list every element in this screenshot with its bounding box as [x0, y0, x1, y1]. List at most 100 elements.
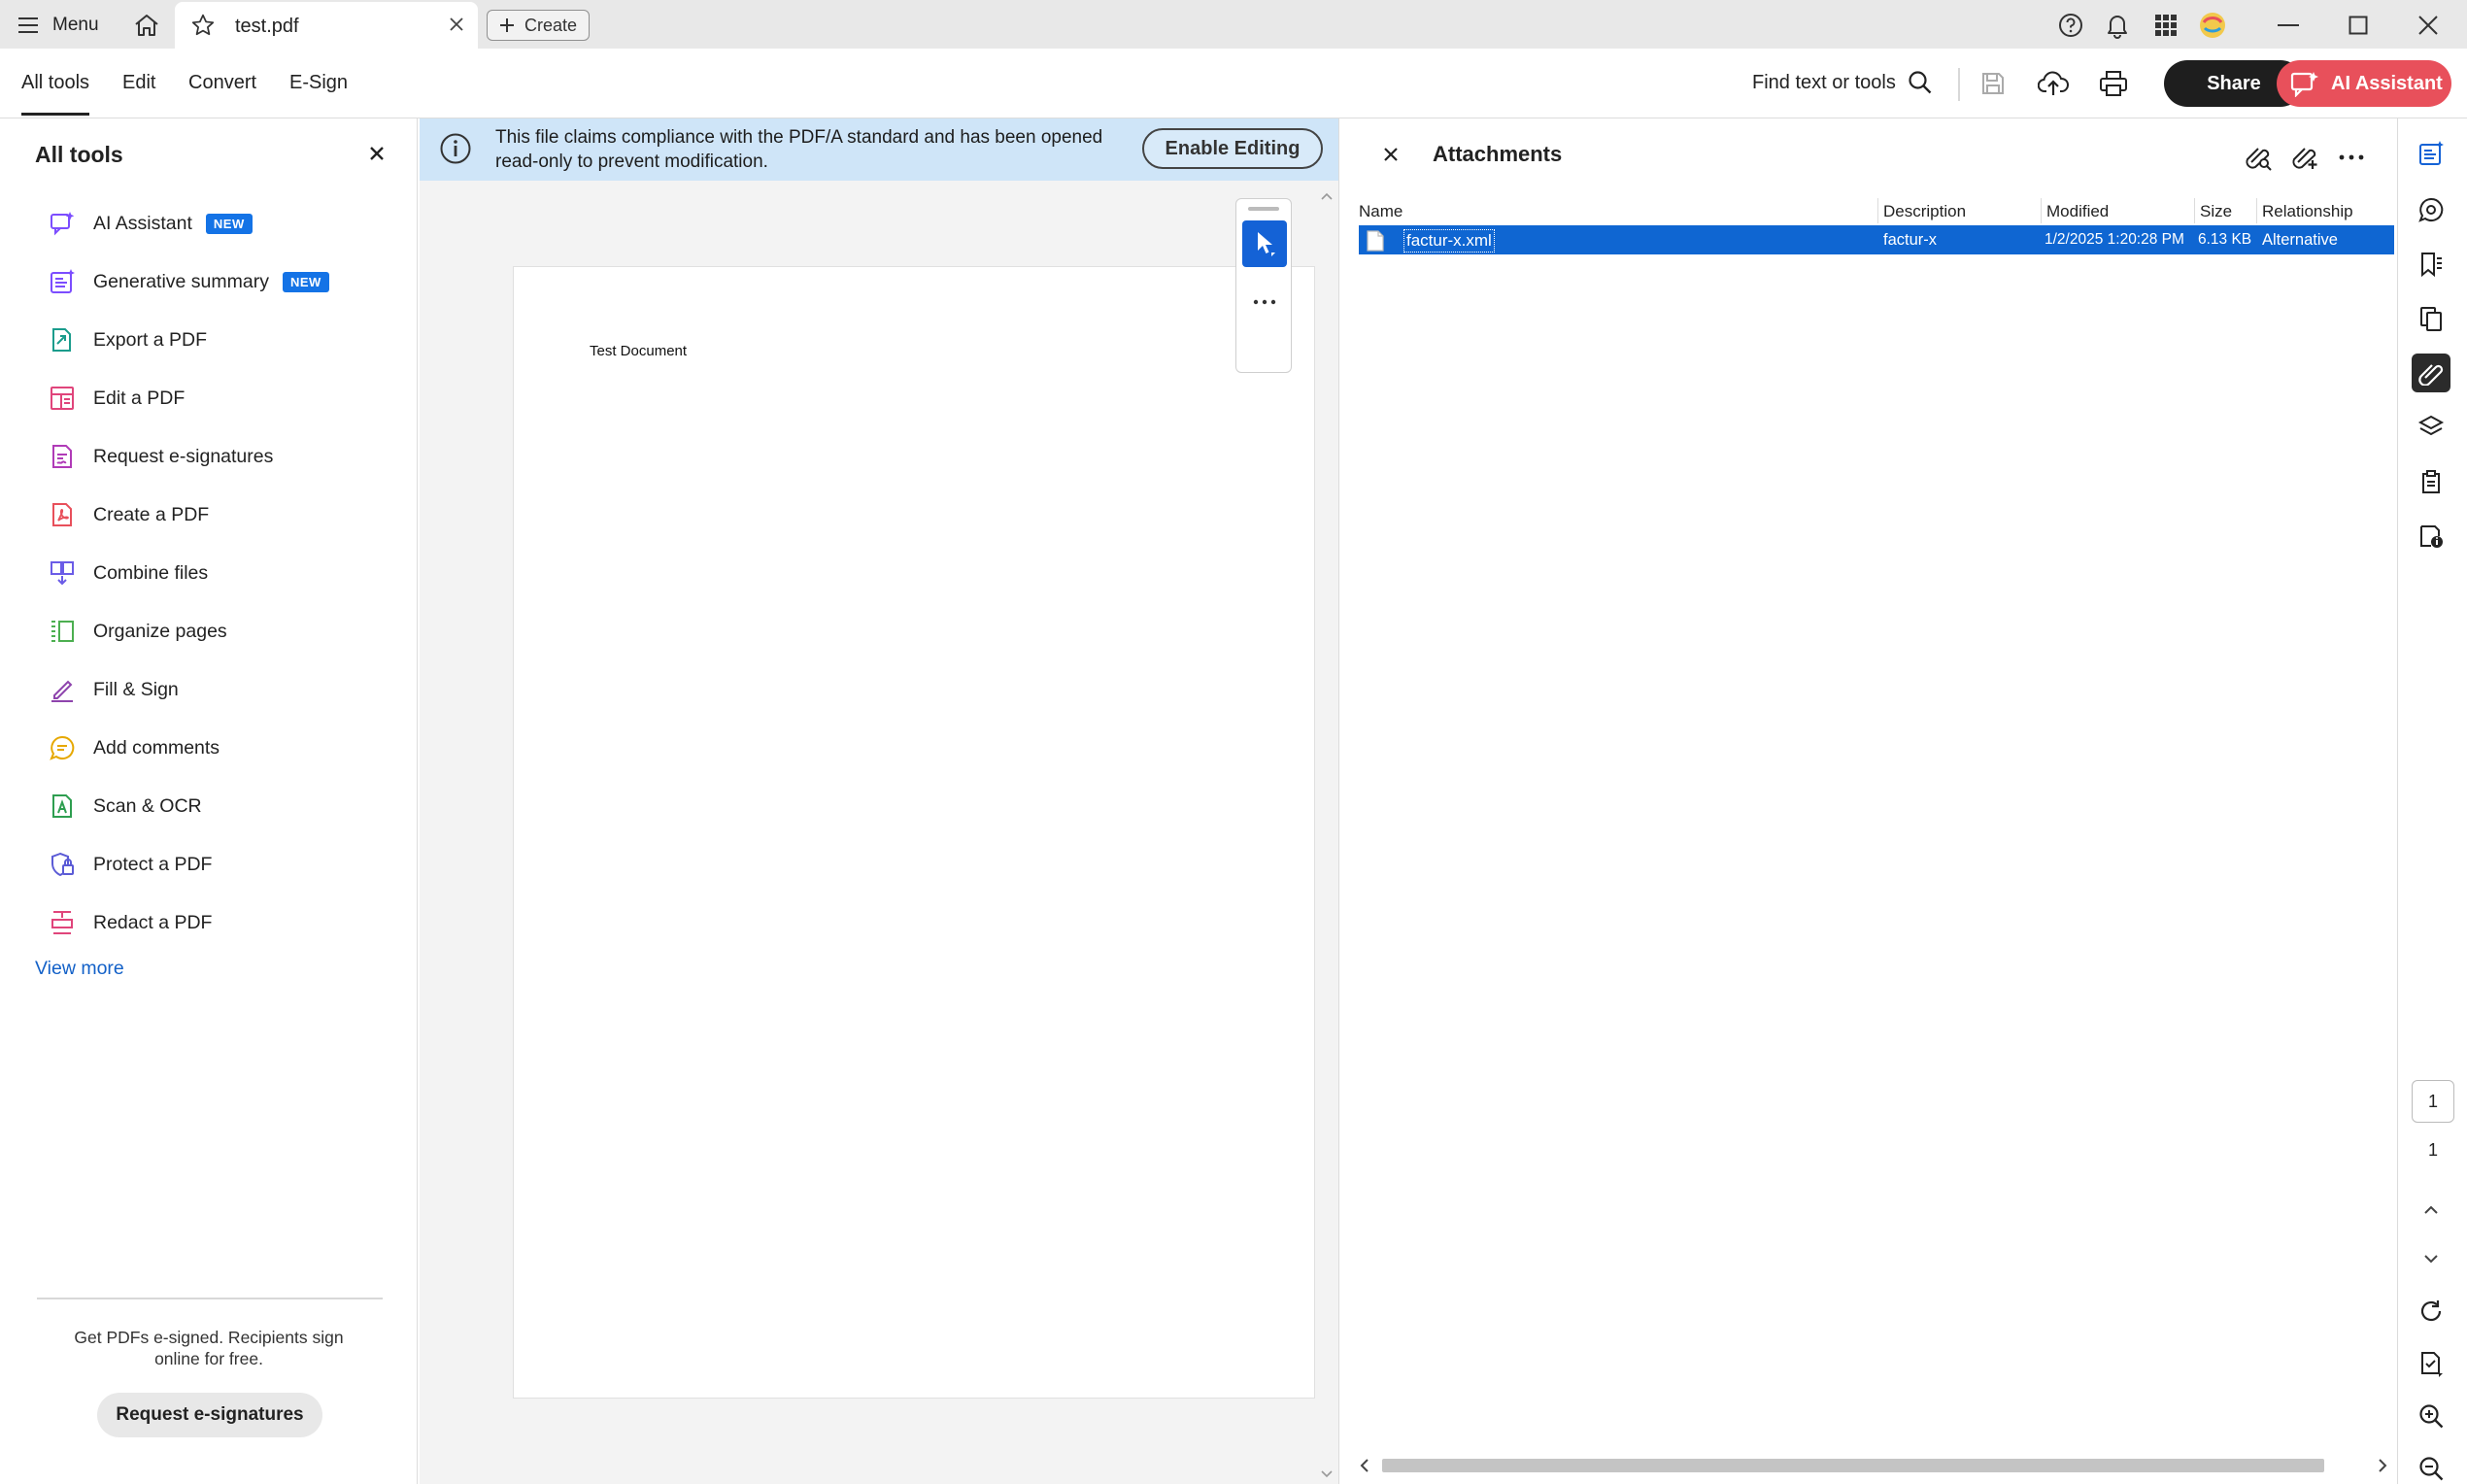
- tool-fill-sign[interactable]: Fill & Sign: [47, 670, 179, 709]
- find-label: Find text or tools: [1752, 71, 1896, 93]
- zoom-in-icon[interactable]: [2412, 1397, 2450, 1435]
- request-esign-icon: [47, 441, 78, 472]
- column-separator[interactable]: [2041, 198, 2042, 223]
- more-tools-button[interactable]: [1242, 283, 1287, 321]
- attachments-icon[interactable]: [2412, 354, 2450, 392]
- tool-scan-ocr[interactable]: Scan & OCR: [47, 787, 202, 826]
- column-header-relationship[interactable]: Relationship: [2262, 202, 2353, 221]
- hamburger-icon: [18, 17, 38, 33]
- column-header-size[interactable]: Size: [2200, 202, 2232, 221]
- tool-combine-files[interactable]: Combine files: [47, 554, 208, 592]
- tool-generative-summary[interactable]: Generative summary NEW: [47, 262, 329, 301]
- tool-organize-pages[interactable]: Organize pages: [47, 612, 227, 651]
- tool-ai-assistant[interactable]: AI Assistant NEW: [47, 204, 253, 243]
- tool-label: Protect a PDF: [93, 853, 213, 875]
- ai-rail-icon[interactable]: [2412, 134, 2450, 173]
- info-icon: [440, 133, 471, 164]
- create-button[interactable]: Create: [487, 10, 591, 41]
- scroll-right-icon[interactable]: [2373, 1453, 2392, 1478]
- menu-button[interactable]: Menu: [17, 10, 99, 41]
- previous-page-icon[interactable]: [2412, 1191, 2450, 1230]
- fill-sign-icon: [47, 674, 78, 705]
- page-display-icon[interactable]: [2412, 1344, 2450, 1383]
- toolbar-divider: [1958, 68, 1960, 101]
- add-attachment-icon[interactable]: [2289, 142, 2320, 173]
- tab-edit[interactable]: Edit: [122, 72, 155, 94]
- comments-icon[interactable]: [2412, 190, 2450, 229]
- close-tab-icon[interactable]: [447, 15, 466, 34]
- upload-cloud-icon[interactable]: [2038, 68, 2069, 99]
- redact-pdf-icon: [47, 907, 78, 938]
- zoom-out-icon[interactable]: [2412, 1449, 2450, 1484]
- vertical-scrollbar[interactable]: [1315, 181, 1338, 1484]
- horizontal-scrollbar[interactable]: [1355, 1453, 2398, 1478]
- maximize-icon[interactable]: [2343, 10, 2374, 41]
- menu-label: Menu: [52, 15, 99, 35]
- home-button[interactable]: [130, 10, 163, 41]
- tool-request-esignatures[interactable]: Request e-signatures: [47, 437, 273, 476]
- tool-label: AI Assistant: [93, 212, 192, 234]
- tool-edit-pdf[interactable]: Edit a PDF: [47, 379, 185, 418]
- column-separator[interactable]: [2256, 198, 2257, 223]
- print-icon[interactable]: [2098, 68, 2129, 99]
- column-separator[interactable]: [1877, 198, 1878, 223]
- document-properties-icon[interactable]: [2412, 462, 2450, 501]
- tool-label: Scan & OCR: [93, 794, 202, 817]
- tool-create-pdf[interactable]: Create a PDF: [47, 495, 209, 534]
- current-page-input[interactable]: 1: [2412, 1080, 2454, 1123]
- rotate-icon[interactable]: [2412, 1292, 2450, 1331]
- ai-assistant-button[interactable]: AI Assistant: [2277, 60, 2451, 107]
- close-window-icon[interactable]: [2413, 10, 2444, 41]
- pdf-page[interactable]: Test Document: [513, 266, 1315, 1399]
- attachment-modified: 1/2/2025 1:20:28 PM: [2045, 231, 2184, 248]
- column-header-modified[interactable]: Modified: [2046, 202, 2109, 221]
- column-header-description[interactable]: Description: [1883, 202, 1966, 221]
- scroll-up-icon[interactable]: [1315, 186, 1338, 206]
- minimize-icon[interactable]: [2273, 10, 2304, 41]
- scroll-left-icon[interactable]: [1355, 1453, 1374, 1478]
- request-esignatures-button[interactable]: Request e-signatures: [97, 1393, 322, 1437]
- enable-editing-button[interactable]: Enable Editing: [1142, 128, 1323, 169]
- tool-redact-pdf[interactable]: Redact a PDF: [47, 903, 212, 942]
- column-header-name[interactable]: Name: [1359, 202, 1402, 221]
- select-tool-button[interactable]: [1242, 220, 1287, 267]
- scrollbar-thumb[interactable]: [1382, 1459, 2324, 1472]
- save-icon[interactable]: [1977, 68, 2009, 99]
- close-panel-icon[interactable]: [367, 144, 387, 163]
- table-row[interactable]: factur-x.xml factur-x 1/2/2025 1:20:28 P…: [1359, 225, 2394, 254]
- close-attachments-icon[interactable]: [1382, 146, 1400, 163]
- notifications-icon[interactable]: [2102, 10, 2133, 41]
- tool-label: Generative summary: [93, 270, 269, 292]
- document-tab[interactable]: test.pdf: [175, 2, 478, 49]
- search-attachment-icon[interactable]: [2243, 142, 2274, 173]
- tool-add-comments[interactable]: Add comments: [47, 728, 220, 767]
- layers-icon[interactable]: [2412, 408, 2450, 447]
- avatar[interactable]: [2197, 10, 2228, 41]
- tab-convert[interactable]: Convert: [188, 72, 256, 94]
- page-thumbnails-icon[interactable]: [2412, 299, 2450, 338]
- next-page-icon[interactable]: [2412, 1239, 2450, 1278]
- right-rail: 1 1: [2397, 118, 2467, 1484]
- create-pdf-icon: [47, 499, 78, 530]
- drag-handle[interactable]: [1248, 207, 1279, 211]
- accessibility-icon[interactable]: [2412, 517, 2450, 556]
- tab-esign[interactable]: E-Sign: [289, 72, 348, 94]
- document-text: Test Document: [590, 343, 688, 359]
- view-more-link[interactable]: View more: [35, 958, 124, 980]
- tool-protect-pdf[interactable]: Protect a PDF: [47, 845, 212, 884]
- help-icon[interactable]: [2055, 10, 2086, 41]
- scroll-down-icon[interactable]: [1315, 1465, 1338, 1484]
- apps-grid-icon[interactable]: [2150, 10, 2181, 41]
- column-separator[interactable]: [2194, 198, 2195, 223]
- protect-pdf-icon: [47, 849, 78, 880]
- tool-label: Add comments: [93, 736, 220, 759]
- find-tools-button[interactable]: Find text or tools: [1752, 70, 1933, 95]
- scan-ocr-icon: [47, 791, 78, 822]
- tab-all-tools[interactable]: All tools: [21, 72, 90, 116]
- tool-label: Edit a PDF: [93, 387, 186, 409]
- star-icon[interactable]: [190, 13, 216, 38]
- bookmarks-icon[interactable]: [2412, 245, 2450, 284]
- more-options-icon[interactable]: [2336, 142, 2367, 173]
- tool-export-pdf[interactable]: Export a PDF: [47, 320, 207, 359]
- attachment-description: factur-x: [1883, 231, 1938, 249]
